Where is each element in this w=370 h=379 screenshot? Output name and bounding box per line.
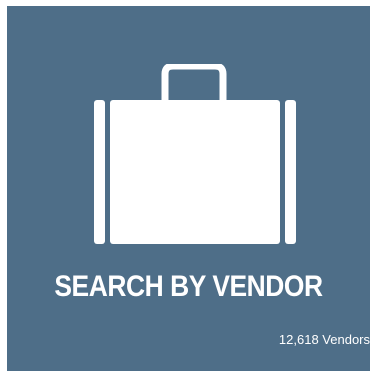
search-by-vendor-tile[interactable]: SEARCH BY VENDOR 12,618 Vendors [7, 6, 370, 371]
vendor-count: 12,618 Vendors [278, 332, 370, 347]
tile-title: SEARCH BY VENDOR [54, 270, 323, 303]
briefcase-icon [89, 64, 301, 244]
